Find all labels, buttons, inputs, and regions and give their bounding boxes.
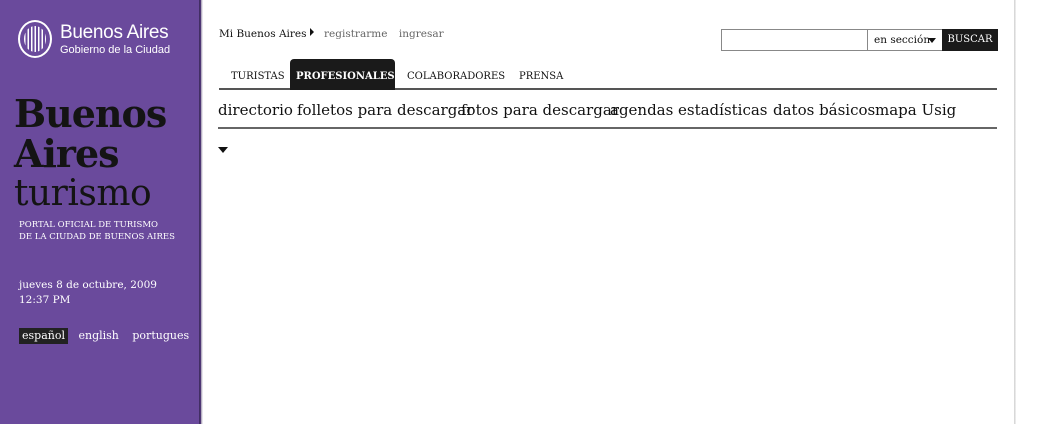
brand-line-1: Buenos [14,91,167,136]
site-brand[interactable]: Buenos Aires turismo [14,91,167,214]
subnav-datos-basicos[interactable]: datos básicos [773,100,875,120]
tab-prensa[interactable]: PRENSA [513,59,569,90]
logo-title: Buenos Aires [60,22,169,43]
site-tagline: PORTAL OFICIAL DE TURISMO DE LA CIUDAD D… [19,219,197,243]
tagline-line-1: PORTAL OFICIAL DE TURISMO [19,220,159,230]
search-scope-label: en sección [874,34,931,46]
subnav-estadisticas[interactable]: estadísticas [678,100,768,120]
current-time: 12:37 PM [19,294,71,306]
language-selector: español english portugues [19,328,197,344]
subnav-mapa-usig[interactable]: mapa Usig [875,100,956,120]
subnav-fotos[interactable]: fotos para descargar [461,100,619,120]
lang-portugues[interactable]: portugues [130,328,192,344]
lang-english[interactable]: english [76,328,121,344]
tab-turistas[interactable]: TURISTAS [225,59,291,90]
logo-subtitle: Gobierno de la Ciudad [60,44,171,56]
search-button[interactable]: BUSCAR [942,29,998,51]
tab-colaboradores[interactable]: COLABORADORES [401,59,511,90]
tab-profesionales[interactable]: PROFESIONALES [290,59,395,90]
current-date: jueves 8 de octubre, 2009 [19,279,157,291]
register-link[interactable]: registrarme [324,28,387,40]
expand-caret-icon[interactable] [218,147,228,153]
city-seal-icon [18,20,52,58]
brand-line-3: turismo [14,173,152,214]
current-datetime: jueves 8 de octubre, 2009 12:37 PM [19,278,157,308]
search-input[interactable] [721,29,868,51]
subnav-folletos[interactable]: folletos para descargar [297,100,473,120]
gcba-logo[interactable]: Buenos Aires Gobierno de la Ciudad [18,20,188,60]
login-link[interactable]: ingresar [399,28,444,40]
sidebar: Buenos Aires Gobierno de la Ciudad Bueno… [0,0,201,424]
chevron-down-icon [928,38,936,43]
content-right-border [1014,0,1016,424]
search-scope-select[interactable]: en sección [868,29,943,51]
tagline-line-2: DE LA CIUDAD DE BUENOS AIRES [19,232,175,242]
arrow-right-icon [309,28,314,36]
mi-buenos-aires-link[interactable]: Mi Buenos Aires [219,28,307,40]
brand-line-2: Aires [14,131,120,176]
subnav-directorio[interactable]: directorio [218,100,293,120]
sidebar-shadow [199,0,203,424]
user-bar: Mi Buenos Aires registrarme ingresar [219,27,452,40]
subnav-agendas[interactable]: agendas [610,100,673,120]
main-tabs: TURISTAS PROFESIONALES COLABORADORES PRE… [219,59,997,90]
lang-espanol[interactable]: español [19,328,68,344]
section-subnav: directorio folletos para descargar fotos… [218,96,997,129]
